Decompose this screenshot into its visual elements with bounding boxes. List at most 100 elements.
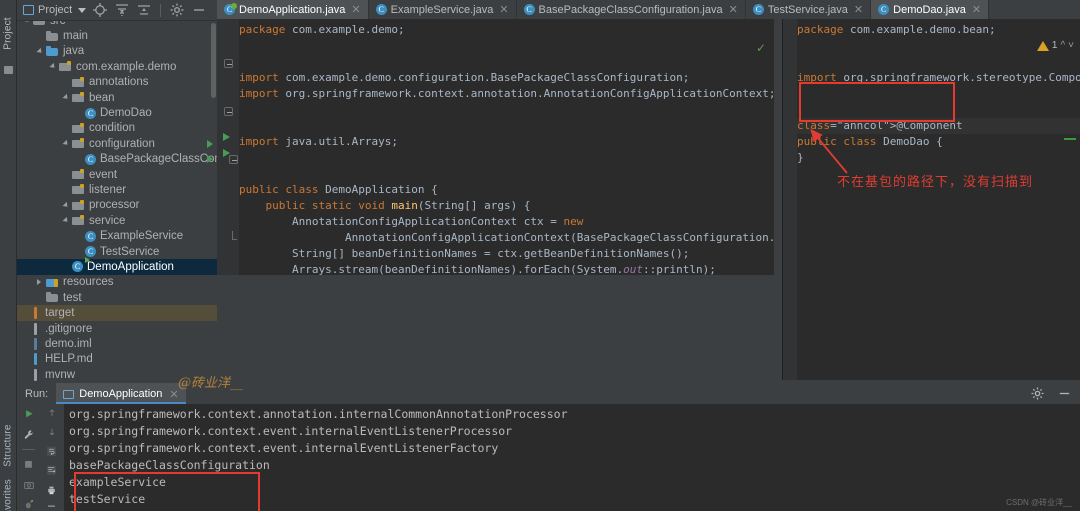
locate-icon[interactable] <box>92 2 108 18</box>
tree-item-com-example-demo[interactable]: com.example.demo <box>17 59 217 74</box>
editor-tab-basepackageclassconfiguration[interactable]: CBasePackageClassConfiguration.java✕ <box>517 0 746 19</box>
soft-wrap-icon[interactable] <box>44 446 59 456</box>
tree-item-exampleservice[interactable]: CExampleService <box>17 228 217 243</box>
close-icon[interactable]: ✕ <box>854 3 863 16</box>
clear-all-icon[interactable] <box>44 504 59 511</box>
editor-demodao[interactable]: package com.example.demo.bean; import or… <box>782 19 1080 380</box>
run-config-icon <box>63 390 74 399</box>
editor-demoapplication[interactable]: package com.example.demo; import com.exa… <box>217 19 774 275</box>
inspection-ok-icon[interactable]: ✓ <box>756 41 766 55</box>
close-icon[interactable]: ✕ <box>351 3 360 16</box>
tree-item-basepackageclassconf[interactable]: CBasePackageClassConf <box>17 152 217 167</box>
tree-spacer <box>36 32 45 41</box>
toolbar-divider <box>160 4 161 17</box>
tree-item-demoapplication[interactable]: CDemoApplication <box>17 259 217 274</box>
down-arrow-icon[interactable] <box>45 427 59 437</box>
wrench-icon[interactable] <box>22 429 36 441</box>
tree-item-src[interactable]: src <box>17 21 217 28</box>
project-tree[interactable]: srcmainjavacom.example.demoannotationsbe… <box>17 21 217 383</box>
tree-item-java[interactable]: java <box>17 44 217 59</box>
tab-label: BasePackageClassConfiguration.java <box>539 4 723 16</box>
tree-item-configuration[interactable]: configuration <box>17 136 217 151</box>
chevron-down-icon[interactable] <box>49 62 58 71</box>
tool-window-button-project[interactable]: Project <box>3 17 14 50</box>
fold-icon-imports[interactable] <box>224 59 233 68</box>
editor-code-right[interactable]: package com.example.demo.bean; import or… <box>797 19 1080 380</box>
tree-item-listener[interactable]: listener <box>17 182 217 197</box>
tree-item-main[interactable]: main <box>17 28 217 43</box>
chevron-down-icon[interactable] <box>36 47 45 56</box>
editor-tab-bar[interactable]: CDemoApplication.java✕CExampleService.ja… <box>217 0 1080 19</box>
tree-spacer <box>23 355 32 364</box>
chevron-down-icon[interactable] <box>62 139 71 148</box>
tree-item-demodao[interactable]: CDemoDao <box>17 105 217 120</box>
print-icon[interactable] <box>44 485 59 495</box>
tree-item-annotations[interactable]: annotations <box>17 75 217 90</box>
inspection-warning-widget[interactable]: 1 ^ ˅ <box>1037 40 1074 51</box>
camera-icon[interactable] <box>22 479 36 491</box>
tree-spacer <box>75 247 84 256</box>
chevron-up-icon[interactable]: ^ <box>1060 40 1065 51</box>
debug-icon[interactable] <box>22 499 36 511</box>
tree-item-processor[interactable]: processor <box>17 198 217 213</box>
console-output[interactable]: org.springframework.context.annotation.i… <box>69 406 1080 511</box>
editor-tab-demoapplication[interactable]: CDemoApplication.java✕ <box>217 0 369 19</box>
tool-window-button-favorites[interactable]: Favorites <box>3 479 14 511</box>
tree-item-test[interactable]: test <box>17 290 217 305</box>
chevron-down-icon[interactable] <box>62 216 71 225</box>
tree-item-demo-iml[interactable]: demo.iml <box>17 336 217 351</box>
tree-item-target[interactable]: target <box>17 305 217 320</box>
chevron-down-icon[interactable] <box>62 201 71 210</box>
expand-all-icon[interactable] <box>114 2 130 18</box>
run-actions-column-left <box>17 404 40 511</box>
gear-icon-run[interactable] <box>1030 386 1045 401</box>
chevron-down-icon[interactable] <box>78 8 86 13</box>
fold-icon-method[interactable] <box>229 155 238 164</box>
tree-item-help-md[interactable]: HELP.md <box>17 352 217 367</box>
java-class-icon: C <box>85 231 96 242</box>
spring-boot-class-icon: C <box>72 261 83 272</box>
chevron-down-icon[interactable] <box>62 93 71 102</box>
tree-item--gitignore[interactable]: .gitignore <box>17 321 217 336</box>
run-gutter-icon[interactable] <box>207 140 213 148</box>
tree-item-label: test <box>63 292 82 304</box>
scroll-to-end-icon[interactable] <box>44 465 59 475</box>
project-title-button[interactable]: Project <box>23 4 86 16</box>
tree-item-service[interactable]: service <box>17 213 217 228</box>
editor-tab-exampleservice[interactable]: CExampleService.java✕ <box>369 0 517 19</box>
run-class-gutter-icon[interactable] <box>223 133 230 141</box>
tree-item-bean[interactable]: bean <box>17 90 217 105</box>
close-icon[interactable]: ✕ <box>729 3 738 16</box>
chevron-right-icon[interactable] <box>36 278 45 287</box>
tree-item-resources[interactable]: resources <box>17 275 217 290</box>
folder-icon <box>46 291 59 304</box>
editor-tab-testservice[interactable]: CTestService.java✕ <box>746 0 871 19</box>
run-gutter-icon[interactable] <box>207 155 213 163</box>
minimize-icon[interactable] <box>1057 386 1072 401</box>
gear-icon[interactable] <box>169 2 185 18</box>
hide-panel-icon[interactable] <box>191 2 207 18</box>
tree-spacer <box>23 324 32 333</box>
stop-icon[interactable] <box>22 459 35 470</box>
tree-item-event[interactable]: event <box>17 167 217 182</box>
ide-window: Project Structure Favorites Project <box>0 0 1080 511</box>
close-icon[interactable]: ✕ <box>499 3 508 16</box>
chevron-down-icon-warnings[interactable]: ˅ <box>1068 40 1074 51</box>
fold-icon-import-arrays[interactable] <box>224 107 233 116</box>
collapse-all-icon[interactable] <box>136 2 152 18</box>
tree-item-testservice[interactable]: CTestService <box>17 244 217 259</box>
rerun-icon[interactable] <box>22 408 36 420</box>
editor-gutter-right[interactable] <box>783 19 797 380</box>
tree-item-label: BasePackageClassConf <box>100 153 217 165</box>
close-icon[interactable]: ✕ <box>972 3 981 16</box>
warning-triangle-icon <box>1037 41 1049 51</box>
chevron-down-icon[interactable] <box>23 21 32 25</box>
editor-code-left[interactable]: package com.example.demo; import com.exa… <box>239 19 774 275</box>
tool-window-button-structure[interactable]: Structure <box>3 424 14 466</box>
tree-item-condition[interactable]: condition <box>17 121 217 136</box>
up-arrow-icon[interactable] <box>45 408 59 418</box>
editor-gutter-left[interactable] <box>217 19 239 275</box>
run-config-tab[interactable]: DemoApplication ✕ <box>56 383 185 404</box>
tree-item-label: configuration <box>89 138 155 150</box>
editor-tab-demodao[interactable]: CDemoDao.java✕ <box>871 0 989 19</box>
